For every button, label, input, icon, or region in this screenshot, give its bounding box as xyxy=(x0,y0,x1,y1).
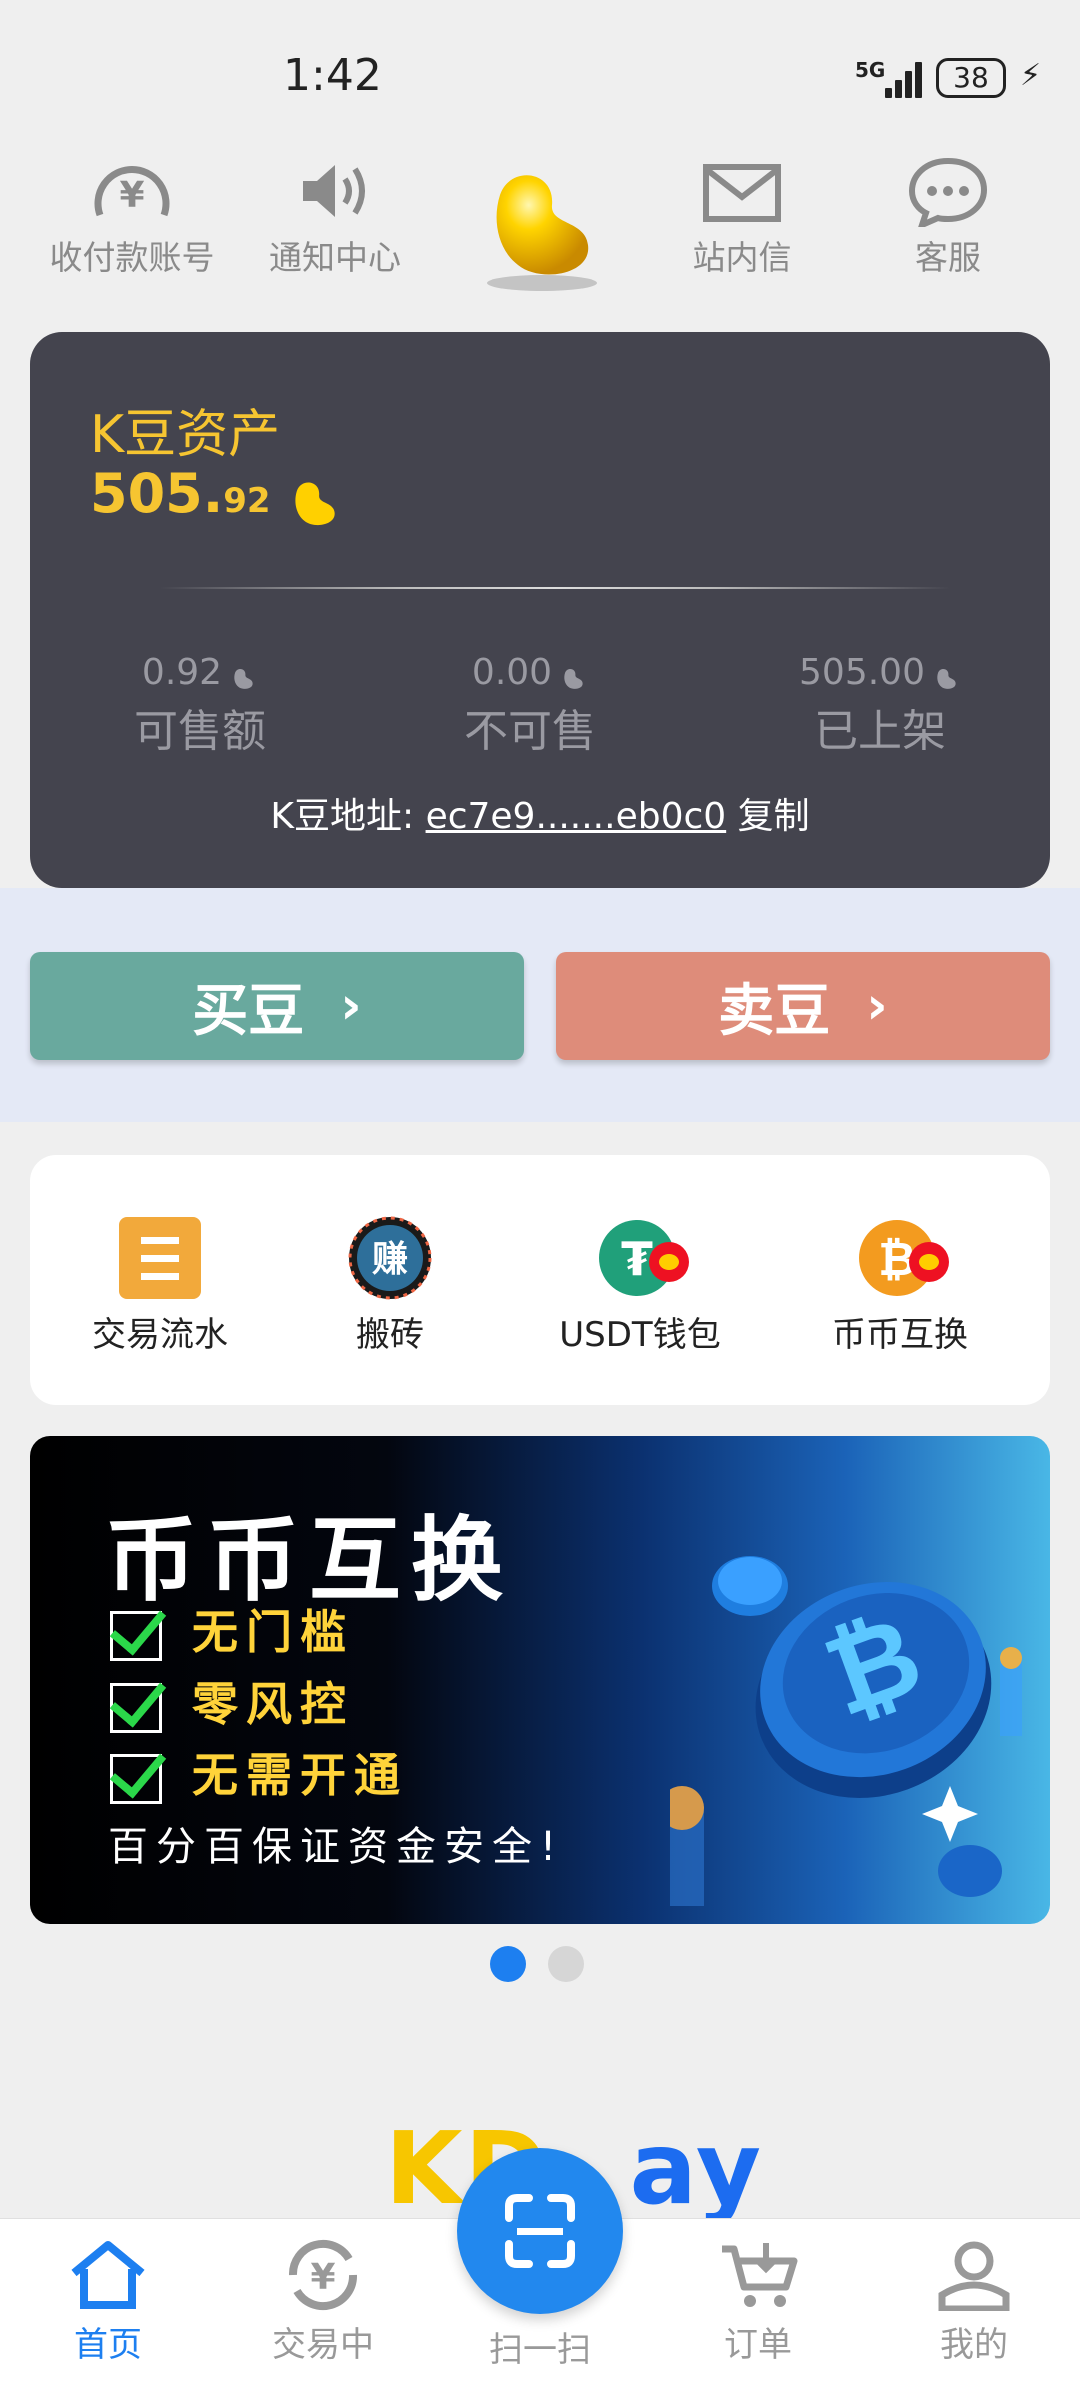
bean-icon xyxy=(931,661,961,689)
address-label: K豆地址: xyxy=(270,796,415,837)
divider xyxy=(160,587,950,589)
scan-icon xyxy=(505,2194,575,2268)
nav-label: 站内信 xyxy=(692,238,792,277)
nav-label: 客服 xyxy=(915,238,981,277)
func-earn[interactable]: 赚 搬砖 xyxy=(270,1215,510,1356)
buy-label: 买豆 xyxy=(192,978,305,1044)
banner-item: 无门槛 xyxy=(110,1596,354,1662)
function-grid: 交易流水 赚 搬砖 ₮ USDT钱包 ₿ 币币互换 xyxy=(30,1155,1050,1405)
banner-item: 零风控 xyxy=(110,1668,354,1734)
bitcoin-coin-illustration: ₿ xyxy=(670,1556,1022,1906)
golden-bean-logo xyxy=(470,165,610,295)
nav-label: 收付款账号 xyxy=(49,238,215,277)
asset-amount-integer: 505. xyxy=(90,462,224,525)
tab-profile[interactable]: 我的 xyxy=(894,2239,1054,2366)
usdt-icon: ₮ xyxy=(597,1215,689,1301)
asset-amount: 505.92 xyxy=(90,462,344,538)
speaker-icon xyxy=(303,165,365,217)
banner-footer: 百分百保证资金安全! xyxy=(108,1824,565,1870)
tab-label: 订单 xyxy=(724,2325,792,2365)
stat-sellable: 0.92 可售额 xyxy=(100,652,300,759)
checkbox-icon xyxy=(110,1610,162,1661)
cart-icon xyxy=(722,2243,798,2307)
chevron-right-icon: › xyxy=(340,976,362,1036)
tab-trading[interactable]: ¥ 交易中 xyxy=(243,2239,403,2366)
charging-icon: ⚡ xyxy=(1020,58,1042,93)
checkbox-icon xyxy=(110,1682,162,1733)
scan-button[interactable] xyxy=(457,2148,623,2314)
stat-value: 0.92 xyxy=(141,652,223,693)
carousel-dot[interactable] xyxy=(548,1946,584,1982)
svg-text:¥: ¥ xyxy=(310,2257,335,2298)
status-time: 1:42 xyxy=(283,50,382,101)
chat-bubble-icon xyxy=(908,157,988,227)
stat-label: 不可售 xyxy=(464,706,596,757)
status-bar: 1:42 5G 38 ⚡ xyxy=(0,0,1080,150)
address-value[interactable]: ec7e9.......eb0c0 xyxy=(426,796,727,837)
func-usdt-wallet[interactable]: ₮ USDT钱包 xyxy=(510,1215,770,1356)
tab-label: 首页 xyxy=(74,2325,142,2365)
nav-label: 通知中心 xyxy=(269,238,401,277)
bean-icon xyxy=(284,478,344,538)
func-label: USDT钱包 xyxy=(559,1315,721,1355)
list-icon xyxy=(117,1215,203,1301)
func-label: 币币互换 xyxy=(832,1315,968,1355)
earn-icon: 赚 xyxy=(347,1215,433,1301)
top-nav: ¥ 收付款账号 通知中心 站内信 客服 xyxy=(0,155,1080,295)
nav-notification-center[interactable]: 通知中心 xyxy=(235,155,435,279)
promo-banner[interactable]: 币币互换 无门槛 零风控 无需开通 百分百保证资金安全! ₿ xyxy=(30,1436,1050,1924)
tab-label: 交易中 xyxy=(272,2325,374,2365)
tab-label: 扫一扫 xyxy=(489,2330,591,2370)
bean-address-row: K豆地址: ec7e9.......eb0c0 复制 xyxy=(30,787,1050,839)
sell-bean-button[interactable]: 卖豆 › xyxy=(556,952,1050,1060)
nav-customer-service[interactable]: 客服 xyxy=(848,155,1048,279)
copy-address-button[interactable]: 复制 xyxy=(738,796,810,837)
network-indicator: 5G xyxy=(855,58,886,82)
stat-unsellable: 0.00 不可售 xyxy=(430,652,630,759)
stat-label: 已上架 xyxy=(814,706,946,757)
home-icon xyxy=(71,2241,145,2309)
func-label: 搬砖 xyxy=(356,1315,424,1355)
earn-icon-text: 赚 xyxy=(372,1239,408,1280)
chevron-right-icon: › xyxy=(866,976,888,1036)
usdt-icon-text: ₮ xyxy=(621,1232,653,1286)
carousel-indicator xyxy=(490,1946,606,1986)
tab-orders[interactable]: 订单 xyxy=(678,2239,838,2366)
stat-value: 0.00 xyxy=(471,652,553,693)
yen-circle-icon: ¥ xyxy=(94,166,170,217)
user-icon xyxy=(938,2241,1010,2313)
func-transaction-history[interactable]: 交易流水 xyxy=(30,1215,290,1356)
stat-value: 505.00 xyxy=(799,652,925,693)
stat-label: 可售额 xyxy=(134,706,266,757)
nav-payment-accounts[interactable]: ¥ 收付款账号 xyxy=(32,155,232,279)
asset-card: K豆资产 505.92 0.92 可售额 0.00 不可售 505.00 已上架… xyxy=(30,332,1050,888)
bean-icon xyxy=(228,661,258,689)
func-label: 交易流水 xyxy=(92,1315,228,1355)
asset-amount-decimal: 92 xyxy=(223,481,271,521)
tab-label: 我的 xyxy=(940,2325,1008,2365)
buy-bean-button[interactable]: 买豆 › xyxy=(30,952,524,1060)
tab-home[interactable]: 首页 xyxy=(28,2239,188,2366)
battery-icon: 38 xyxy=(936,58,1006,98)
func-coin-swap[interactable]: ₿ 币币互换 xyxy=(770,1215,1030,1356)
yen-cycle-icon: ¥ xyxy=(288,2239,358,2311)
asset-title: K豆资产 xyxy=(90,405,281,465)
envelope-icon xyxy=(703,164,781,222)
bitcoin-swap-icon: ₿ xyxy=(857,1215,949,1301)
checkbox-icon xyxy=(110,1753,162,1804)
trade-actions: 买豆 › 卖豆 › xyxy=(0,888,1080,1122)
carousel-dot-active[interactable] xyxy=(490,1946,526,1982)
banner-item: 无需开通 xyxy=(110,1739,408,1805)
nav-inbox[interactable]: 站内信 xyxy=(642,155,842,279)
svg-text:¥: ¥ xyxy=(119,175,144,216)
signal-icon xyxy=(885,60,927,98)
sell-label: 卖豆 xyxy=(718,978,831,1044)
bean-icon xyxy=(558,661,588,689)
stat-listed: 505.00 已上架 xyxy=(760,652,1000,759)
